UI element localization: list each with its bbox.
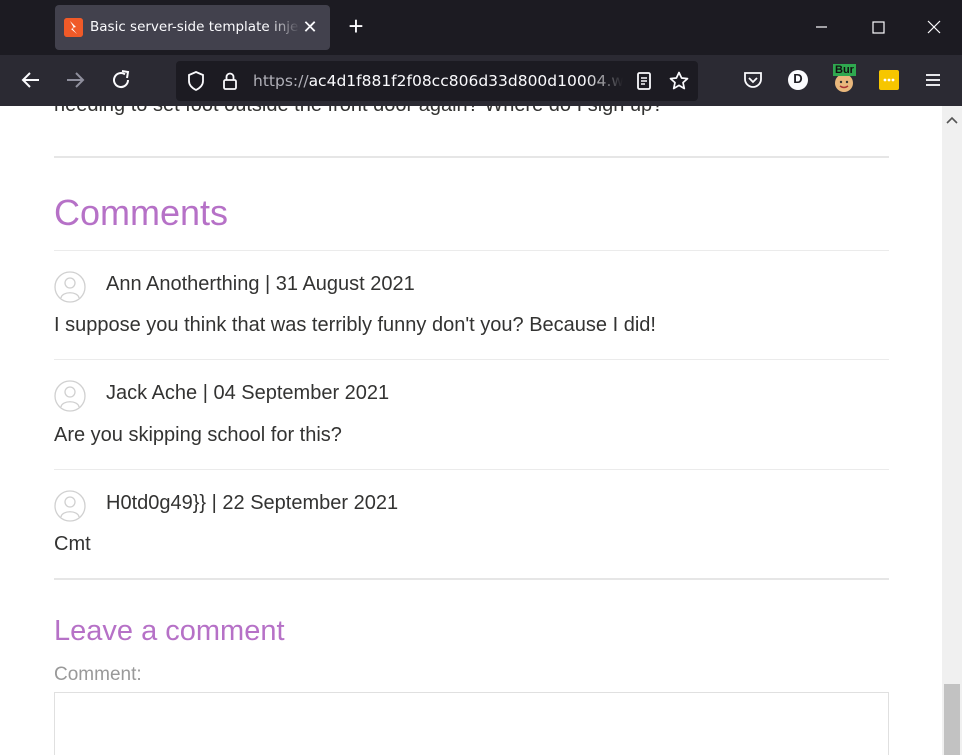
url-text[interactable]: https://ac4d1f881f2f08cc806d33d800d10004… [253,72,623,90]
page-viewport: needing to set foot outside the front do… [0,106,942,755]
burp-extension-icon[interactable]: Bur [832,64,858,94]
comment-author-date: Jack Ache | 04 September 2021 [106,382,390,404]
divider [54,156,889,158]
tab-close-icon[interactable]: ✕ [300,17,320,37]
lab-favicon-icon [64,18,83,37]
scroll-up-icon[interactable] [946,112,958,124]
tracking-shield-icon[interactable] [184,69,208,93]
menu-hamburger-icon[interactable] [921,68,945,92]
url-host: ac4d1f881f2f08cc806d33d800d10004.web-sec… [308,72,623,90]
active-tab[interactable]: Basic server-side template injection ✕ [55,5,330,50]
reload-icon[interactable] [109,68,133,92]
divider [54,250,889,251]
reader-view-icon[interactable] [632,69,656,93]
comments-heading: Comments [54,192,229,233]
divider [54,469,889,470]
avatar-icon [54,271,86,303]
tab-title: Basic server-side template injection [90,19,300,35]
divider [54,359,889,360]
comment-body: I suppose you think that was terribly fu… [54,314,656,336]
comment-body: Cmt [54,533,91,555]
scroll-thumb[interactable] [944,684,960,755]
comment-author-date: H0td0g49}} | 22 September 2021 [106,492,399,514]
avatar-icon [54,490,86,522]
page-scrollbar[interactable] [942,106,962,755]
close-window-icon[interactable] [919,12,949,42]
blog-post-text: needing to set foot outside the front do… [54,106,663,117]
forward-icon[interactable] [63,68,87,92]
burp-badge: Bur [833,64,856,76]
comment-label: Comment: [54,664,142,685]
new-tab-button[interactable]: + [344,13,368,39]
comment-textarea[interactable] [54,692,889,755]
comment-body: Are you skipping school for this? [54,424,342,446]
leave-comment-heading: Leave a comment [54,615,285,647]
bookmark-star-icon[interactable] [667,69,691,93]
url-scheme: https:// [253,72,309,90]
account-icon[interactable]: D [786,68,810,92]
divider [54,578,889,580]
avatar-icon [54,380,86,412]
pocket-icon[interactable] [741,68,765,92]
url-bar[interactable]: https://ac4d1f881f2f08cc806d33d800d10004… [176,61,698,101]
back-icon[interactable] [19,68,43,92]
extension-yellow-icon[interactable] [877,68,901,92]
minimize-icon[interactable] [806,12,836,42]
browser-titlebar: Basic server-side template injection ✕ + [0,0,962,55]
lock-icon[interactable] [218,69,242,93]
maximize-icon[interactable] [863,12,893,42]
comment-author-date: Ann Anotherthing | 31 August 2021 [106,273,415,295]
account-initial: D [793,71,803,86]
browser-toolbar: https://ac4d1f881f2f08cc806d33d800d10004… [0,55,962,106]
